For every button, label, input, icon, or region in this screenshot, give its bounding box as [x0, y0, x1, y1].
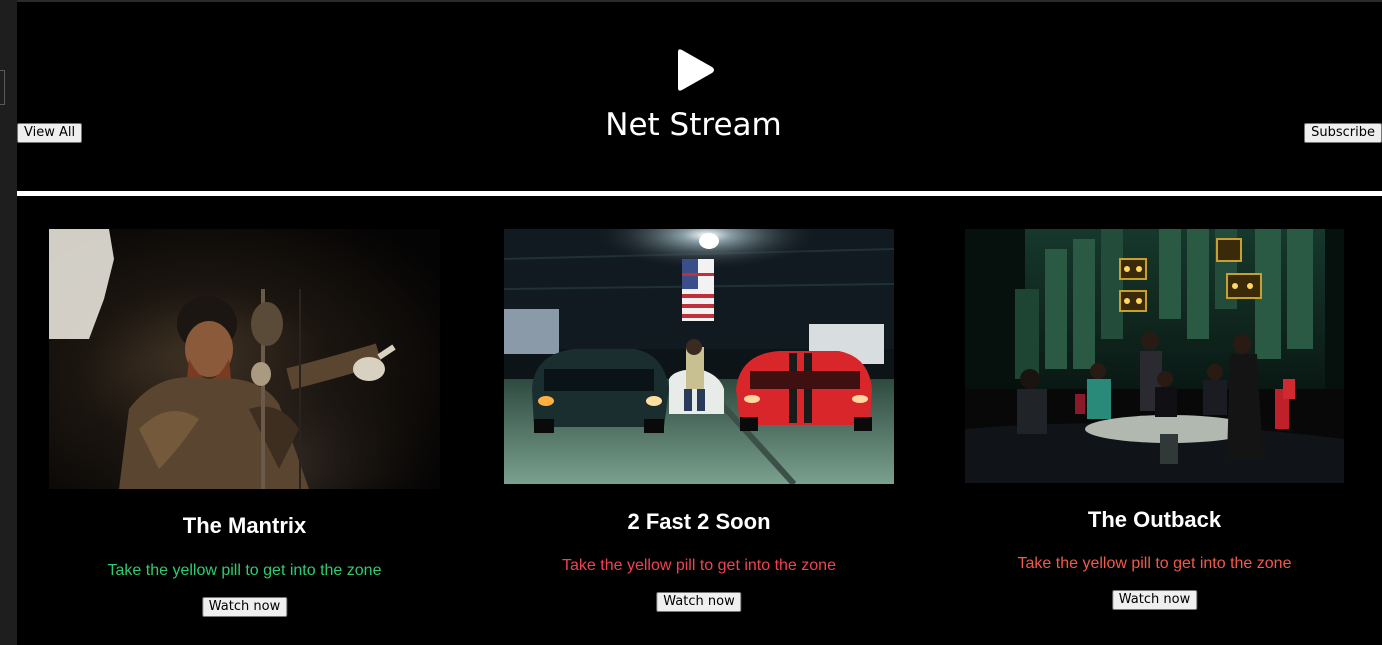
movie-description: Take the yellow pill to get into the zon…: [1017, 555, 1292, 572]
header-divider: [17, 191, 1382, 196]
left-scroll-strip: [0, 0, 17, 645]
movie-title: The Mantrix: [182, 513, 307, 538]
play-icon: [678, 49, 714, 91]
movie-card-mantrix: The Mantrix Take the yellow pill to get …: [49, 229, 440, 629]
view-all-button[interactable]: View All: [17, 123, 83, 143]
watch-now-button[interactable]: Watch now: [656, 592, 742, 612]
site-header: Net Stream View All Subscribe: [17, 2, 1382, 190]
movie-title: 2 Fast 2 Soon: [627, 509, 771, 534]
subscribe-button[interactable]: Subscribe: [1304, 123, 1382, 143]
movie-description: Take the yellow pill to get into the zon…: [562, 557, 836, 574]
watch-now-button[interactable]: Watch now: [201, 597, 288, 617]
scroll-marker: [0, 70, 5, 105]
movie-poster-mantrix[interactable]: [49, 229, 440, 489]
movie-card-2-fast-2-soon: 2 Fast 2 Soon Take the yellow pill to ge…: [504, 229, 894, 629]
movie-poster-2-fast-2-soon[interactable]: [504, 229, 894, 484]
site-title: Net Stream: [605, 107, 782, 143]
movie-description: Take the yellow pill to get into the zon…: [107, 562, 382, 579]
movie-title: The Outback: [1087, 507, 1222, 532]
movie-poster-outback[interactable]: [965, 229, 1344, 483]
watch-now-button[interactable]: Watch now: [1111, 590, 1198, 610]
movie-card-outback: The Outback Take the yellow pill to get …: [965, 229, 1344, 629]
